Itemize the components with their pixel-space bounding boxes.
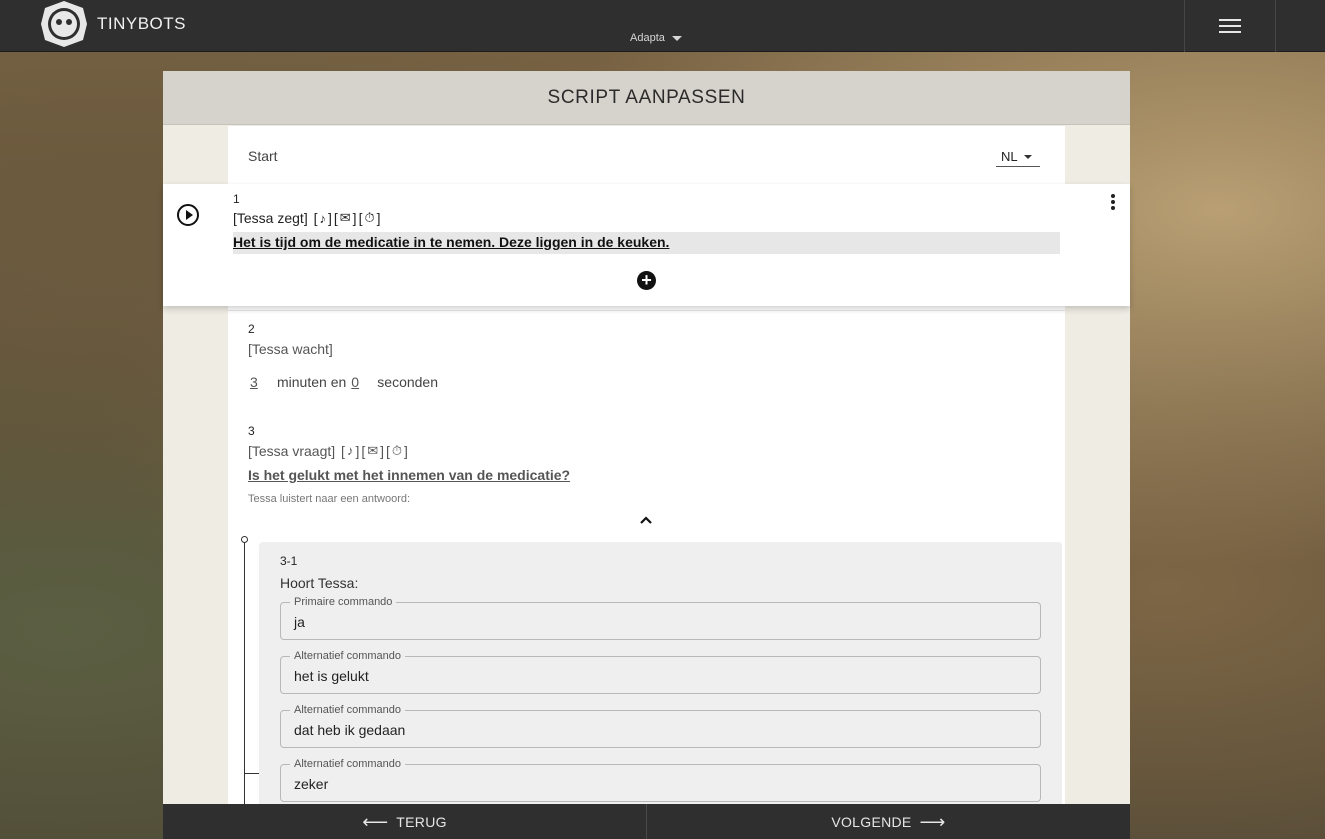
language-value: NL xyxy=(1001,149,1018,164)
back-label: TERUG xyxy=(396,813,447,830)
main-menu-button[interactable] xyxy=(1184,0,1276,52)
chevron-up-icon[interactable] xyxy=(639,515,653,525)
back-button[interactable]: ⟵ TERUG xyxy=(163,804,646,839)
play-icon[interactable] xyxy=(177,204,199,226)
organization-label: Adapta xyxy=(630,32,665,44)
timer-icon[interactable]: ⏱ xyxy=(364,210,374,226)
seconds-label: seconden xyxy=(377,374,438,390)
alternative-command-field[interactable]: Alternatief commando het is gelukt xyxy=(280,650,1041,694)
step-2-wait-time: 3 minuten en 0 seconden xyxy=(248,374,438,390)
message-icon[interactable]: ✉ xyxy=(340,210,351,226)
panel-header: SCRIPT AANPASSEN xyxy=(163,71,1130,125)
music-note-icon[interactable]: ♪ xyxy=(347,443,354,459)
add-step-icon[interactable]: + xyxy=(637,271,656,290)
tree-node xyxy=(241,536,248,543)
music-note-icon[interactable]: ♪ xyxy=(319,211,326,226)
response-label: Hoort Tessa: xyxy=(280,575,359,591)
top-bar: TINYBOTS Adapta xyxy=(0,0,1325,52)
next-button[interactable]: VOLGENDE ⟶ xyxy=(646,804,1130,839)
alternative-command-field[interactable]: Alternatief commando dat heb ik gedaan xyxy=(280,704,1041,748)
timer-off-icon[interactable]: ⏱ xyxy=(392,443,402,459)
step-1-number: 1 xyxy=(233,192,240,206)
response-card: 3-1 Hoort Tessa: Primaire commando ja Al… xyxy=(259,542,1062,806)
alternative-command-field[interactable]: Alternatief commando zeker xyxy=(280,758,1041,802)
step-2-action: [Tessa wacht] xyxy=(248,341,333,357)
minutes-input[interactable]: 3 xyxy=(250,374,260,390)
next-label: VOLGENDE xyxy=(831,813,912,830)
caret-down-icon xyxy=(1023,154,1032,159)
hamburger-icon xyxy=(1219,15,1241,37)
primary-command-field[interactable]: Primaire commando ja xyxy=(280,596,1041,640)
response-number: 3-1 xyxy=(280,554,298,568)
message-off-icon[interactable]: ✉ xyxy=(367,443,378,459)
start-label: Start xyxy=(248,148,278,164)
field-value: het is gelukt xyxy=(294,668,369,684)
page-title: SCRIPT AANPASSEN xyxy=(547,86,746,108)
step-1-card[interactable]: 1 [Tessa zegt] [♪] [✉] [⏱] Het is tijd o… xyxy=(163,184,1130,306)
caret-down-icon xyxy=(671,35,682,41)
step-1-action: [Tessa zegt] [♪] [✉] [⏱] xyxy=(233,210,381,226)
minutes-label: minuten en xyxy=(277,374,347,390)
arrow-left-icon: ⟵ xyxy=(362,811,389,832)
step-3-text[interactable]: Is het gelukt met het innemen van de med… xyxy=(248,467,570,483)
bottom-navigation: ⟵ TERUG VOLGENDE ⟶ xyxy=(163,804,1130,839)
arrow-right-icon: ⟶ xyxy=(919,811,946,832)
language-select[interactable]: NL xyxy=(996,147,1040,167)
field-label: Primaire commando xyxy=(290,596,397,608)
listen-label: Tessa luistert naar een antwoord: xyxy=(248,493,411,505)
step-1-actor: [Tessa zegt] xyxy=(233,210,308,226)
step-3-action: [Tessa vraagt] [♪] [✉] [⏱] xyxy=(248,443,408,459)
step-1-text[interactable]: Het is tijd om de medicatie in te nemen.… xyxy=(233,232,1060,254)
tree-line xyxy=(244,540,245,806)
tinybots-logo-icon[interactable] xyxy=(40,0,88,48)
step-3-actor: [Tessa vraagt] xyxy=(248,443,336,459)
brand-name: TINYBOTS xyxy=(97,14,187,33)
field-value: dat heb ik gedaan xyxy=(294,722,406,738)
step-3-number: 3 xyxy=(248,424,255,438)
seconds-input[interactable]: 0 xyxy=(351,374,361,390)
field-label: Alternatief commando xyxy=(290,704,405,716)
step-2-number: 2 xyxy=(248,322,255,336)
more-vert-icon[interactable] xyxy=(1109,194,1117,210)
tree-branch xyxy=(244,773,260,774)
organization-dropdown[interactable]: Adapta xyxy=(630,32,682,44)
field-label: Alternatief commando xyxy=(290,650,405,662)
field-value: ja xyxy=(294,614,305,630)
field-label: Alternatief commando xyxy=(290,758,405,770)
field-value: zeker xyxy=(294,776,329,792)
divider xyxy=(228,310,1065,311)
